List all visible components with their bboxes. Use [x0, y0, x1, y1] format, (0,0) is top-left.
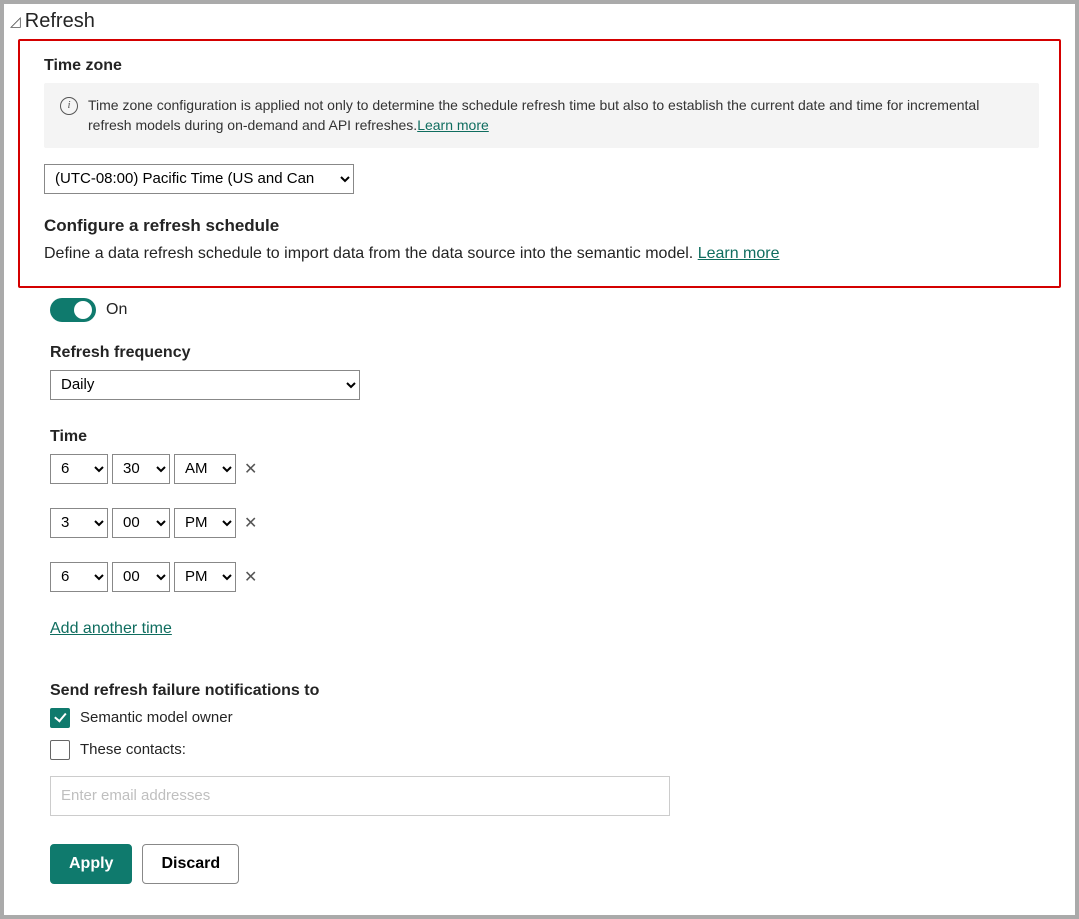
time-row: 3 00 PM ✕	[50, 508, 1045, 538]
time-hour-select[interactable]: 6	[50, 562, 108, 592]
contacts-check-row: These contacts:	[50, 740, 1045, 760]
time-ampm-select[interactable]: PM	[174, 508, 236, 538]
remove-time-icon[interactable]: ✕	[240, 459, 257, 479]
frequency-select[interactable]: Daily	[50, 370, 360, 400]
highlight-box: Time zone i Time zone configuration is a…	[18, 39, 1061, 288]
content-area: Time zone i Time zone configuration is a…	[4, 35, 1075, 894]
action-buttons: Apply Discard	[50, 844, 1045, 884]
section-header-refresh[interactable]: ◿ Refresh	[4, 4, 1075, 35]
settings-body: On Refresh frequency Daily Time 6 30 AM …	[14, 298, 1065, 884]
time-ampm-select[interactable]: AM	[174, 454, 236, 484]
owner-checkbox[interactable]	[50, 708, 70, 728]
add-another-time-link[interactable]: Add another time	[50, 620, 172, 638]
schedule-toggle[interactable]	[50, 298, 96, 322]
toggle-label: On	[106, 301, 127, 319]
time-minute-select[interactable]: 00	[112, 508, 170, 538]
owner-check-row: Semantic model owner	[50, 708, 1045, 728]
info-icon: i	[60, 97, 78, 115]
schedule-desc: Define a data refresh schedule to import…	[44, 242, 1039, 266]
timezone-title: Time zone	[44, 57, 1039, 75]
apply-button[interactable]: Apply	[50, 844, 132, 884]
timezone-select[interactable]: (UTC-08:00) Pacific Time (US and Can	[44, 164, 354, 194]
schedule-learn-more-link[interactable]: Learn more	[698, 245, 780, 262]
schedule-toggle-row: On	[50, 298, 1045, 322]
time-hour-select[interactable]: 6	[50, 454, 108, 484]
timezone-info-banner: i Time zone configuration is applied not…	[44, 83, 1039, 148]
time-ampm-select[interactable]: PM	[174, 562, 236, 592]
notify-title: Send refresh failure notifications to	[50, 682, 1045, 700]
contacts-email-input[interactable]	[50, 776, 670, 816]
time-row: 6 30 AM ✕	[50, 454, 1045, 484]
schedule-title: Configure a refresh schedule	[44, 216, 1039, 236]
owner-label: Semantic model owner	[80, 709, 233, 726]
contacts-label: These contacts:	[80, 741, 186, 758]
timezone-learn-more-link[interactable]: Learn more	[417, 117, 489, 133]
time-title: Time	[50, 428, 1045, 446]
frequency-title: Refresh frequency	[50, 344, 1045, 362]
time-minute-select[interactable]: 30	[112, 454, 170, 484]
time-hour-select[interactable]: 3	[50, 508, 108, 538]
time-minute-select[interactable]: 00	[112, 562, 170, 592]
remove-time-icon[interactable]: ✕	[240, 513, 257, 533]
time-row: 6 00 PM ✕	[50, 562, 1045, 592]
section-title: Refresh	[25, 10, 95, 33]
toggle-knob	[74, 301, 92, 319]
refresh-settings-panel: ◿ Refresh Time zone i Time zone configur…	[0, 0, 1079, 919]
remove-time-icon[interactable]: ✕	[240, 567, 257, 587]
discard-button[interactable]: Discard	[142, 844, 239, 884]
collapse-icon: ◿	[10, 13, 21, 30]
contacts-checkbox[interactable]	[50, 740, 70, 760]
info-text: Time zone configuration is applied not o…	[88, 95, 1023, 136]
